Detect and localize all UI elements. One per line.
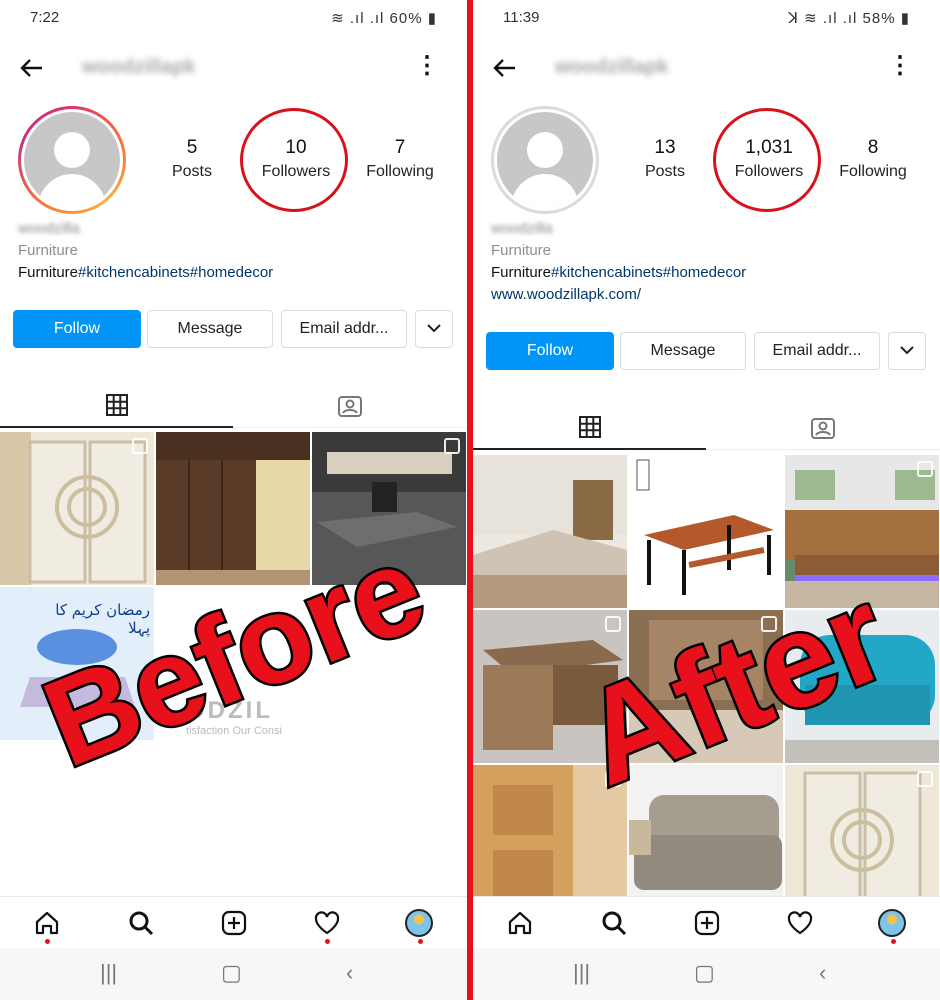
stat-posts[interactable]: 5 Posts [142,136,242,184]
more-icon[interactable]: ⋮ [415,54,439,78]
search-icon[interactable] [126,909,156,939]
profile-header: woodzillapk ⋮ [0,48,467,88]
system-navigation: ||| ▢ ‹ [473,948,940,1000]
chevron-down-icon[interactable] [415,310,453,348]
category-label: Furniture [491,242,552,259]
username: woodzillapk [82,56,196,78]
message-button[interactable]: Message [147,310,273,348]
bottom-navigation [473,896,940,948]
tab-grid[interactable] [473,406,706,450]
status-bar: 7:22 ≋ .ıl .ıl 60% ▮ [0,0,467,36]
home-system-icon[interactable]: ▢ [221,960,242,986]
recents-icon[interactable]: ||| [100,960,117,986]
add-icon[interactable] [219,909,249,939]
following-label: Following [839,163,907,180]
tab-tagged[interactable] [233,384,466,428]
notification-dot [325,939,330,944]
home-system-icon[interactable]: ▢ [694,960,715,986]
bio-hashtags[interactable]: #kitchencabinets#homedecor [551,264,746,281]
tab-grid[interactable] [0,384,233,428]
following-count: 7 [394,137,406,158]
message-button[interactable]: Message [620,332,746,370]
website-link[interactable]: www.woodzillapk.com/ [491,284,931,306]
recents-icon[interactable]: ||| [573,960,590,986]
stat-following[interactable]: 8 Following [823,136,923,184]
posts-count: 5 [186,137,198,158]
status-bar: 11:39 ꓘ ≋ .ıl .ıl 58% ▮ [473,0,940,36]
status-icons: ꓘ ≋ .ıl .ıl 58% ▮ [788,10,910,27]
stat-following[interactable]: 7 Following [350,136,450,184]
profile-header: woodzillapk ⋮ [473,48,940,88]
grid-icon [578,416,601,438]
home-icon[interactable] [32,909,62,944]
back-arrow-icon[interactable] [18,54,46,82]
status-icons: ≋ .ıl .ıl 60% ▮ [331,10,437,27]
home-icon[interactable] [505,909,535,939]
status-time: 7:22 [30,9,60,26]
multi-post-icon [917,771,933,787]
system-navigation: ||| ▢ ‹ [0,948,467,1000]
bottom-navigation [0,896,467,948]
email-button[interactable]: Email addr... [754,332,880,370]
chevron-down-icon[interactable] [888,332,926,370]
battery-level: 60% [389,10,423,27]
before-panel: 7:22 ≋ .ıl .ıl 60% ▮ woodzillapk ⋮ 5 Pos… [0,0,467,1000]
post-tile[interactable] [629,455,783,608]
heart-icon[interactable] [785,909,815,939]
back-system-icon[interactable]: ‹ [346,960,353,986]
bio-text: Furniture#kitchencabinets#homedecor [18,262,458,284]
after-panel: 11:39 ꓘ ≋ .ıl .ıl 58% ▮ woodzillapk ⋮ 13… [473,0,940,1000]
username: woodzillapk [555,56,669,78]
profile-tab-avatar[interactable] [405,909,435,944]
posts-label: Posts [644,163,685,180]
heart-icon[interactable] [312,909,342,944]
profile-tabs [473,406,940,450]
back-system-icon[interactable]: ‹ [819,960,826,986]
followers-highlight-circle [240,108,348,212]
bio-text: Furniture#kitchencabinets#homedecor [491,262,931,284]
back-arrow-icon[interactable] [491,54,519,82]
battery-level: 58% [862,10,896,27]
stat-posts[interactable]: 13 Posts [615,136,715,184]
profile-avatar[interactable] [18,106,126,214]
tagged-icon [810,418,835,439]
profile-avatar[interactable] [491,106,599,214]
display-name: woodzilla [491,220,553,237]
post-tile[interactable] [473,455,627,608]
bio-hashtags[interactable]: #kitchencabinets#homedecor [78,264,273,281]
following-label: Following [366,163,434,180]
post-tile[interactable] [0,432,154,585]
follow-button[interactable]: Follow [13,310,141,348]
posts-count: 13 [654,137,676,158]
action-buttons: Follow Message Email addr... [13,310,453,348]
multi-post-icon [917,461,933,477]
display-name: woodzilla [18,220,80,237]
tagged-icon [337,396,362,417]
notification-dot [891,939,896,944]
notification-dot [45,939,50,944]
status-time: 11:39 [503,9,540,26]
search-icon[interactable] [599,909,629,939]
tab-tagged[interactable] [706,406,939,450]
action-buttons: Follow Message Email addr... [486,332,926,370]
following-count: 8 [867,137,879,158]
category-label: Furniture [18,242,79,259]
follow-button[interactable]: Follow [486,332,614,370]
bio-prefix: Furniture [18,264,79,281]
email-button[interactable]: Email addr... [281,310,407,348]
multi-post-icon [444,438,460,454]
profile-tab-avatar[interactable] [878,909,908,944]
add-icon[interactable] [692,909,722,939]
notification-dot [418,939,423,944]
multi-post-icon [605,616,621,632]
profile-tabs [0,384,467,428]
profile-bio: woodzilla Furniture Furniture#kitchencab… [491,218,931,306]
followers-highlight-circle [713,108,821,212]
grid-icon [105,394,128,416]
multi-post-icon [132,438,148,454]
bio-prefix: Furniture [491,264,552,281]
profile-bio: woodzilla Furniture Furniture#kitchencab… [18,218,458,284]
posts-label: Posts [171,163,212,180]
more-icon[interactable]: ⋮ [888,54,912,78]
